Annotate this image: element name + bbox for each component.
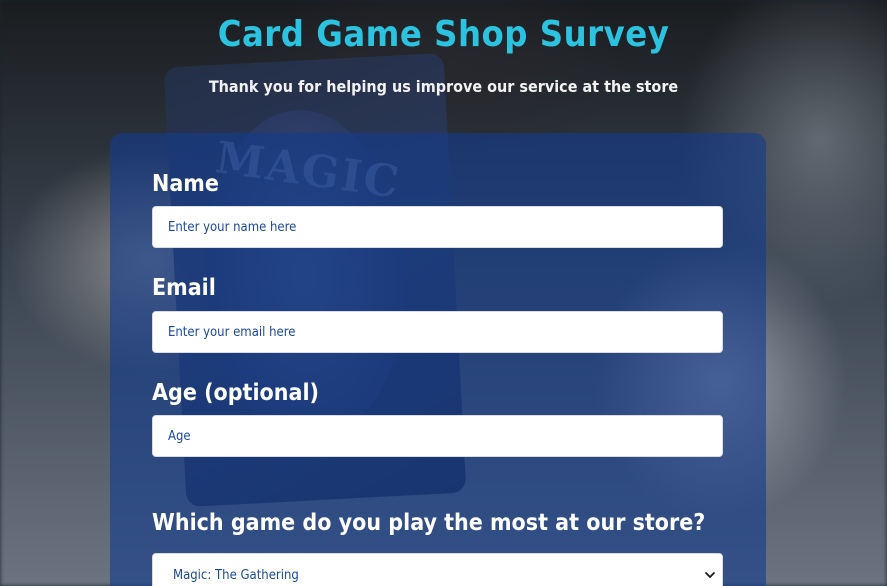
game-select[interactable]: Magic: The Gathering — [152, 553, 723, 586]
chevron-down-icon — [705, 572, 715, 578]
name-label: Name — [152, 171, 219, 197]
page-title: Card Game Shop Survey — [217, 14, 670, 55]
age-label: Age (optional) — [152, 380, 319, 406]
game-question-label: Which game do you play the most at our s… — [152, 510, 706, 536]
page-subtitle: Thank you for helping us improve our ser… — [208, 77, 679, 96]
name-input[interactable] — [152, 206, 723, 248]
game-select-value: Magic: The Gathering — [173, 567, 299, 583]
email-label: Email — [152, 275, 216, 301]
email-input[interactable] — [152, 311, 723, 353]
age-input[interactable] — [152, 415, 723, 457]
